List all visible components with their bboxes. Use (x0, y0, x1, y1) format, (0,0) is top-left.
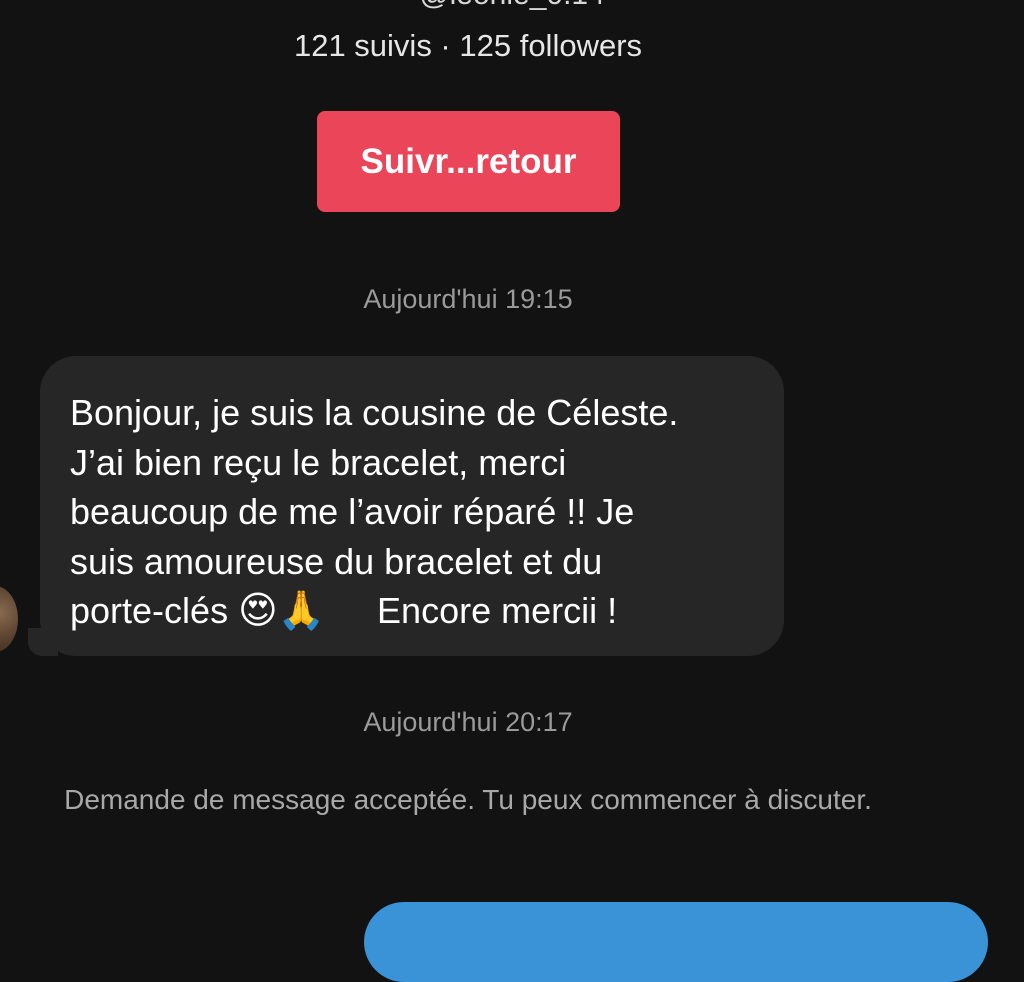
profile-handle: @leonie_0.14 (0, 0, 1024, 12)
praying-hands-emoji-icon: 🙏 (277, 588, 326, 632)
system-notice: Demande de message acceptée. Tu peux com… (64, 784, 872, 815)
follow-back-button[interactable]: Suivr...retour (317, 111, 620, 212)
sent-message-bubble[interactable] (364, 902, 988, 982)
follow-counts: 121 suivis · 125 followers (293, 28, 643, 63)
message-line: beaucoup de me l’avoir réparé !! Je (70, 491, 635, 532)
received-message-bubble[interactable]: Bonjour, je suis la cousine de Céleste. … (40, 356, 784, 656)
message-line: Bonjour, je suis la cousine de Céleste. (70, 392, 679, 433)
message-timestamp: Aujourd'hui 19:15 (363, 284, 573, 314)
message-line-last: porte-clés 😍🙏 Encore mercii ! (70, 586, 764, 636)
message-line: suis amoureuse du bracelet et du (70, 540, 603, 582)
message-text-segment: Encore mercii ! (377, 590, 618, 631)
message-line: J’ai bien reçu le bracelet, merci (70, 441, 567, 483)
avatar[interactable] (0, 586, 18, 652)
heart-eyes-emoji-icon: 😍 (238, 588, 278, 632)
message-timestamp: Aujourd'hui 20:17 (363, 707, 573, 737)
message-text-segment: porte-clés (70, 590, 239, 631)
